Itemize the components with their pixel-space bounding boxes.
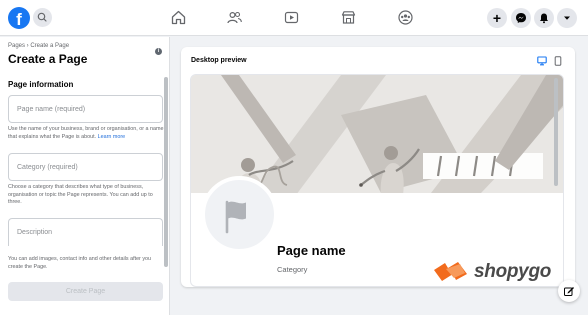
cover-illustration: [191, 75, 563, 193]
home-icon[interactable]: [170, 9, 187, 26]
notifications-button[interactable]: [534, 8, 554, 28]
watch-icon[interactable]: [283, 9, 300, 26]
footer-help: You can add images, contact info and oth…: [8, 256, 152, 270]
preview-page-name: Page name: [277, 243, 346, 258]
page-title: Create a Page: [8, 52, 88, 66]
compose-button[interactable]: [558, 280, 580, 302]
messenger-button[interactable]: [511, 8, 531, 28]
page-preview: Page name Category: [190, 74, 564, 287]
mobile-icon[interactable]: [554, 56, 562, 66]
messenger-icon: [516, 13, 526, 23]
sidebar-scrollbar[interactable]: [164, 77, 168, 267]
description-placeholder: Description: [17, 229, 53, 236]
chevron-down-icon: [564, 16, 570, 20]
friends-icon[interactable]: [226, 9, 243, 26]
breadcrumb[interactable]: Pages › Create a Page: [8, 43, 69, 49]
preview-label: Desktop preview: [191, 57, 247, 64]
flag-icon: [225, 200, 246, 234]
create-button[interactable]: +: [487, 8, 507, 28]
page-name-input[interactable]: Page name (required): [8, 95, 163, 123]
groups-icon[interactable]: [397, 9, 414, 26]
create-page-sidebar: Pages › Create a Page Create a Page i Pa…: [0, 37, 170, 315]
learn-more-link[interactable]: Learn more: [98, 134, 126, 140]
facebook-logo[interactable]: f: [8, 7, 30, 29]
page-name-placeholder: Page name (required): [17, 105, 86, 113]
category-help: Choose a category that describes what ty…: [8, 184, 153, 205]
preview-scrollbar[interactable]: [554, 78, 558, 186]
category-placeholder: Category (required): [17, 163, 78, 171]
create-page-button[interactable]: Create Page: [8, 282, 163, 301]
preview-category: Category: [277, 265, 308, 274]
watermark-text: shopygo: [474, 261, 552, 282]
shopygo-logo-icon: [434, 262, 467, 281]
description-input[interactable]: Description: [8, 218, 163, 246]
page-name-help: Use the name of your business, brand or …: [8, 126, 165, 141]
profile-picture[interactable]: [201, 176, 278, 253]
search-icon: [37, 12, 47, 22]
marketplace-icon[interactable]: [340, 9, 357, 26]
search-button[interactable]: [33, 8, 52, 27]
info-icon[interactable]: i: [155, 48, 162, 55]
category-input[interactable]: Category (required): [8, 153, 163, 181]
desktop-preview-card: Desktop preview Page name Category: [181, 47, 575, 287]
edit-icon: [564, 287, 574, 296]
plus-icon: +: [492, 10, 502, 26]
top-navigation-bar: f +: [0, 0, 588, 36]
notifications-icon: [540, 13, 548, 24]
page-name-help-text: Use the name of your business, brand or …: [8, 126, 164, 140]
watermark: shopygo: [434, 259, 551, 285]
account-menu-button[interactable]: [557, 8, 577, 28]
desktop-icon[interactable]: [537, 56, 547, 66]
section-heading: Page information: [8, 80, 74, 89]
cover-photo: [191, 75, 563, 193]
